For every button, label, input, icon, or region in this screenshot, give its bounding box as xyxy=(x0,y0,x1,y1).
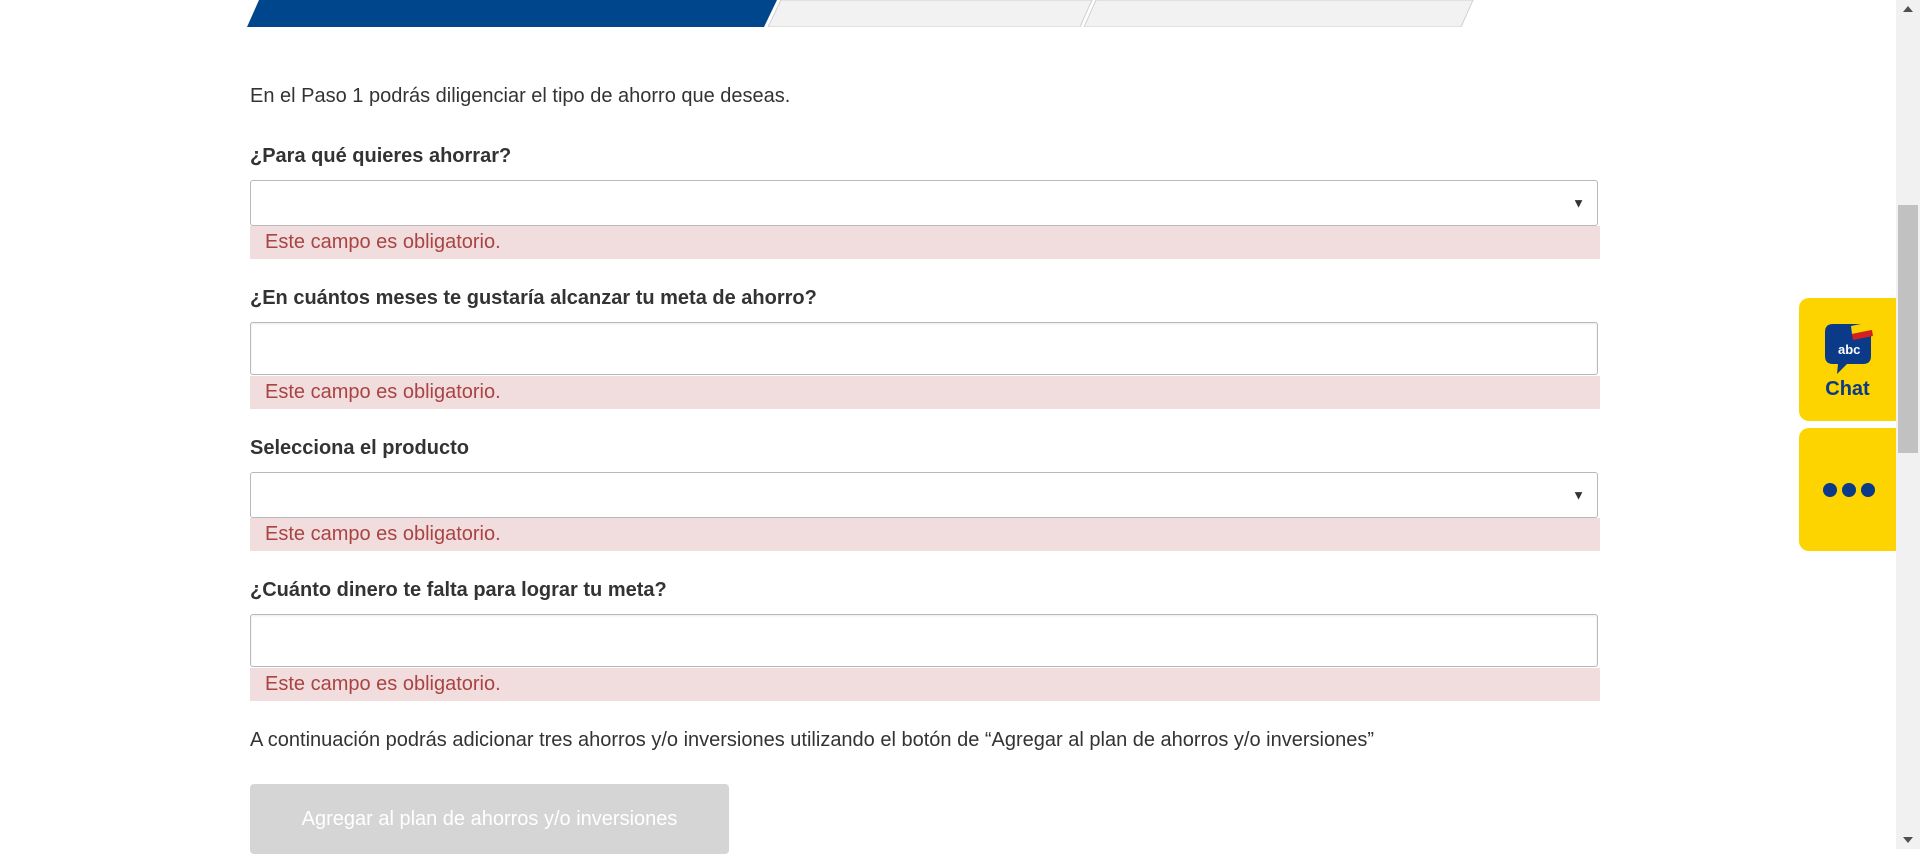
page-scrollbar[interactable] xyxy=(1896,0,1920,849)
dot xyxy=(1823,483,1837,497)
more-options-widget[interactable] xyxy=(1799,428,1896,551)
step-2 xyxy=(767,0,1093,27)
step-3 xyxy=(1083,0,1474,27)
missing-amount-error: Este campo es obligatorio. xyxy=(250,668,1600,701)
caret-down-icon: ▼ xyxy=(1572,195,1585,211)
chat-label: Chat xyxy=(1825,378,1870,400)
step-1-active xyxy=(247,0,777,27)
add-to-plan-button[interactable]: Agregar al plan de ahorros y/o inversion… xyxy=(250,784,729,854)
scroll-up-icon[interactable] xyxy=(1903,6,1913,12)
chat-bubble-icon: abc xyxy=(1825,322,1873,374)
chat-badge: abc xyxy=(1838,342,1860,357)
intro-text: En el Paso 1 podrás diligenciar el tipo … xyxy=(250,85,791,107)
caret-down-icon: ▼ xyxy=(1572,487,1585,503)
progress-steps xyxy=(247,0,1477,27)
chat-widget[interactable]: abc Chat xyxy=(1799,298,1896,421)
scroll-thumb[interactable] xyxy=(1898,205,1918,453)
scroll-down-icon[interactable] xyxy=(1903,837,1913,843)
product-error: Este campo es obligatorio. xyxy=(250,518,1600,551)
months-goal-error: Este campo es obligatorio. xyxy=(250,376,1600,409)
product-label: Selecciona el producto xyxy=(250,437,469,459)
months-goal-label: ¿En cuántos meses te gustaría alcanzar t… xyxy=(250,287,817,309)
savings-purpose-select[interactable]: ▼ xyxy=(250,180,1598,226)
savings-purpose-label: ¿Para qué quieres ahorrar? xyxy=(250,145,512,167)
months-goal-input[interactable] xyxy=(250,322,1598,375)
dot xyxy=(1861,483,1875,497)
missing-amount-input[interactable] xyxy=(250,614,1598,667)
missing-amount-label: ¿Cuánto dinero te falta para lograr tu m… xyxy=(250,579,667,601)
savings-purpose-error: Este campo es obligatorio. xyxy=(250,226,1600,259)
dot xyxy=(1842,483,1856,497)
product-select[interactable]: ▼ xyxy=(250,472,1598,518)
more-dots-icon xyxy=(1823,483,1875,497)
add-plan-note: A continuación podrás adicionar tres aho… xyxy=(250,729,1374,751)
